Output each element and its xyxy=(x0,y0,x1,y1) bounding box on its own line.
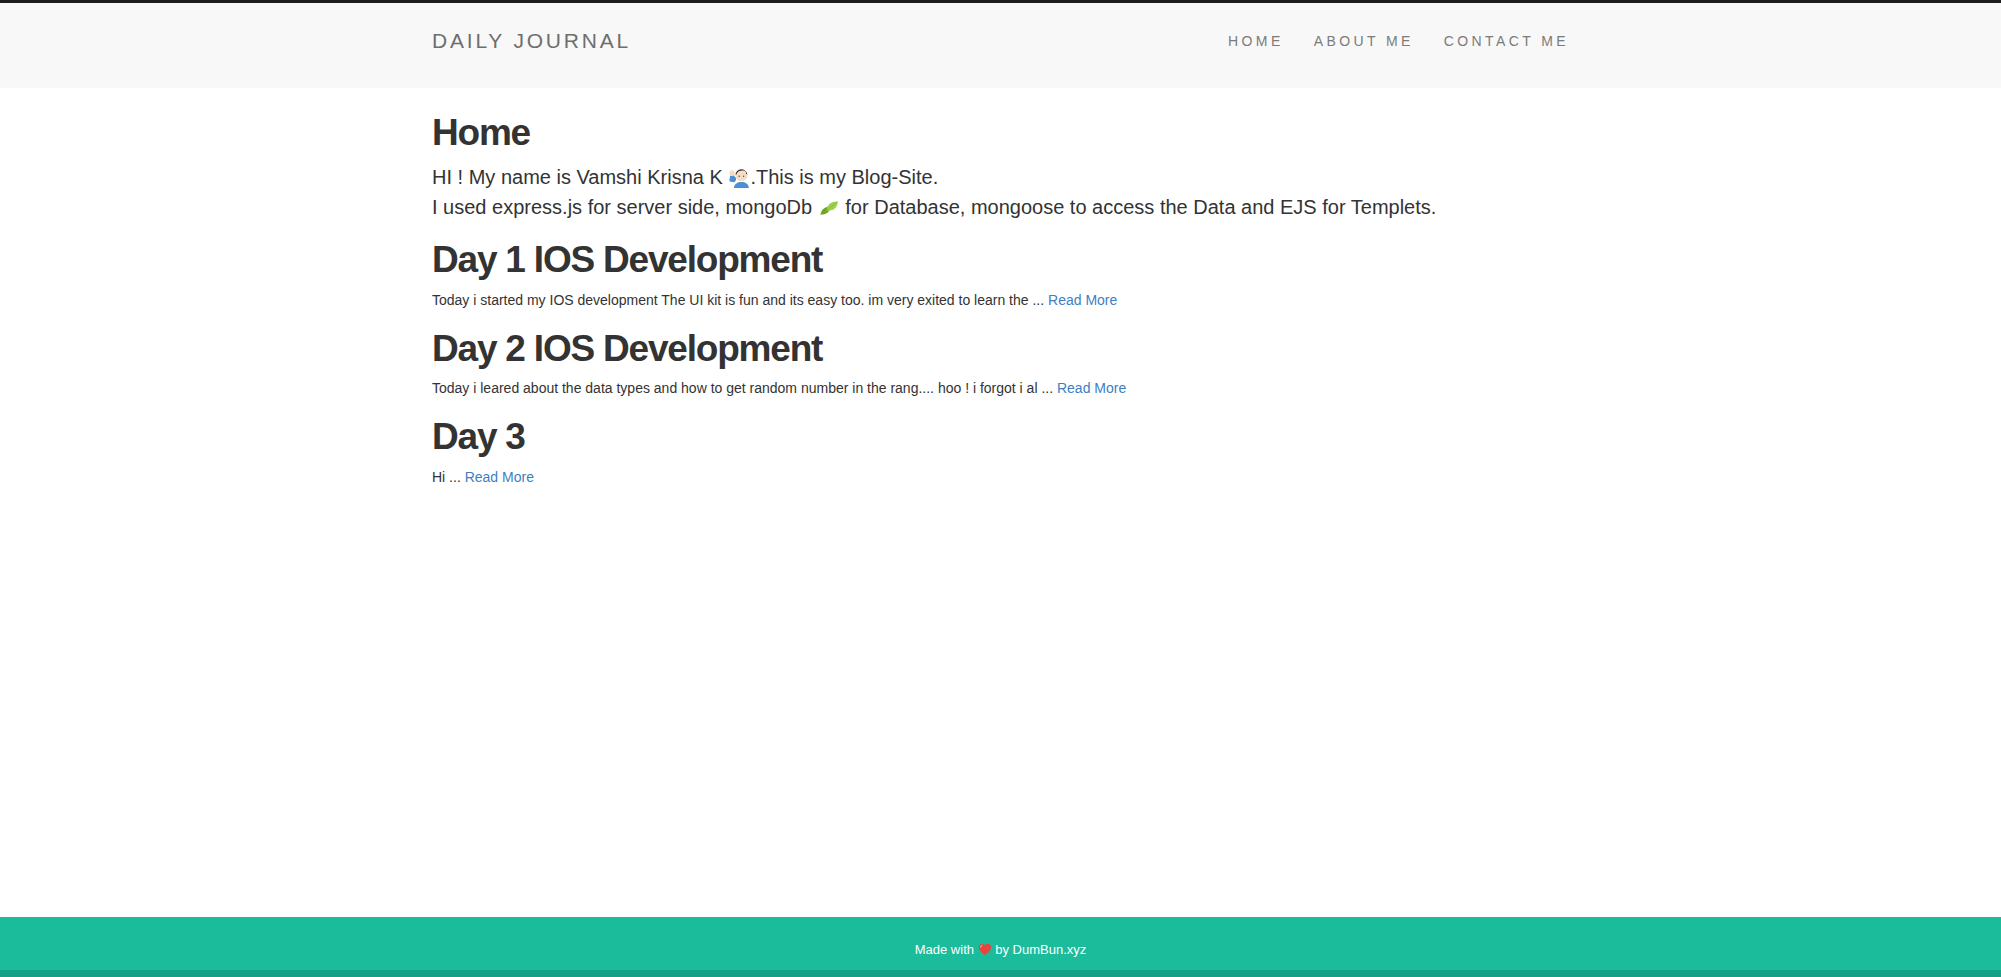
footer-text: Made with by DumBun.xyz xyxy=(915,942,1087,957)
nav-link-home[interactable]: HOME xyxy=(1228,33,1284,49)
post-title: Day 2 IOS Development xyxy=(432,327,1569,371)
post-excerpt: Hi ... Read More xyxy=(432,467,1569,488)
post-excerpt-text: Hi ... xyxy=(432,469,465,485)
footer-text-prefix: Made with xyxy=(915,942,978,957)
footer-bottom-edge xyxy=(0,970,2001,977)
intro-text: HI ! My name is Vamshi Krisna K .This is… xyxy=(432,162,1569,222)
page-title: Home xyxy=(432,111,1569,155)
intro-line2-tail: for Database, mongoose to access the Dat… xyxy=(840,196,1437,218)
intro-line2-text: I used express.js for server side, mongo… xyxy=(432,196,818,218)
footer: Made with by DumBun.xyz xyxy=(0,917,2001,977)
heart-emoji xyxy=(978,942,992,957)
intro-line1-tail: .This is my Blog-Site. xyxy=(750,166,938,188)
navbar: DAILY JOURNAL HOME ABOUT ME CONTACT ME xyxy=(0,3,2001,88)
post-excerpt: Today i started my IOS development The U… xyxy=(432,290,1569,311)
main-content: Home HI ! My name is Vamshi Krisna K .Th… xyxy=(0,88,2001,488)
post-excerpt-text: Today i started my IOS development The U… xyxy=(432,292,1048,308)
post-excerpt-text: Today i leared about the data types and … xyxy=(432,380,1057,396)
read-more-link[interactable]: Read More xyxy=(1048,292,1117,308)
brand-daily-journal[interactable]: DAILY JOURNAL xyxy=(432,29,631,53)
footer-bar: Made with by DumBun.xyz xyxy=(0,917,2001,970)
leaf-emoji xyxy=(818,196,840,218)
post-title: Day 3 xyxy=(432,415,1569,459)
read-more-link[interactable]: Read More xyxy=(1057,380,1126,396)
post-title: Day 1 IOS Development xyxy=(432,238,1569,282)
read-more-link[interactable]: Read More xyxy=(465,469,534,485)
person-raising-hand-emoji xyxy=(728,166,750,188)
post-excerpt: Today i leared about the data types and … xyxy=(432,378,1569,399)
nav-links: HOME ABOUT ME CONTACT ME xyxy=(1228,33,1569,49)
nav-link-about-me[interactable]: ABOUT ME xyxy=(1314,33,1414,49)
nav-link-contact-me[interactable]: CONTACT ME xyxy=(1444,33,1569,49)
intro-line1-text: HI ! My name is Vamshi Krisna K xyxy=(432,166,728,188)
footer-text-suffix: by DumBun.xyz xyxy=(992,942,1087,957)
